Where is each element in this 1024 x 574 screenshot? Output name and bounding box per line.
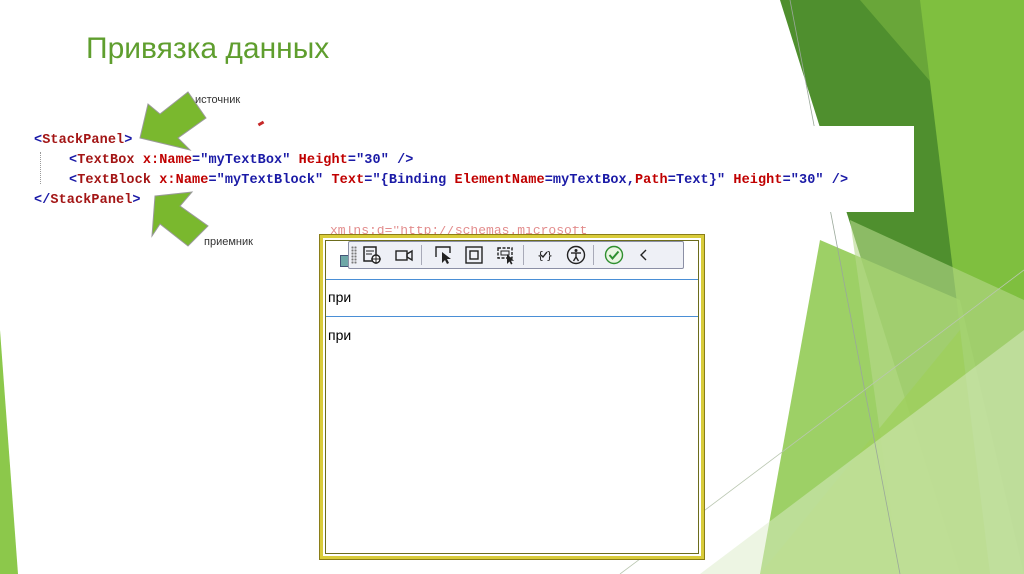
code-token: < [69, 173, 78, 188]
code-token: =Text}" [667, 173, 726, 188]
code-token: x:Name [151, 173, 209, 188]
decor-left-shape [0, 330, 18, 574]
my-textbox[interactable]: при [326, 279, 698, 317]
my-textblock: при [328, 327, 352, 343]
code-token: = [782, 173, 791, 188]
code-token: StackPanel [50, 193, 133, 208]
receiver-label: приемник [204, 236, 253, 248]
code-token: TextBlock [77, 173, 152, 188]
svg-text:{: { [537, 249, 544, 262]
live-visual-tree-icon[interactable] [361, 244, 383, 266]
code-token: "30" [356, 153, 389, 168]
code-token: TextBox [77, 153, 135, 168]
code-token: < [34, 133, 43, 148]
code-token: =myTextBox, [544, 173, 635, 188]
code-token: /> [823, 173, 849, 188]
code-token: </ [34, 193, 51, 208]
svg-text:}: } [546, 249, 553, 262]
video-camera-icon[interactable] [393, 244, 415, 266]
indent-guide [40, 152, 41, 184]
track-focus-icon[interactable] [495, 244, 517, 266]
code-token: Text [323, 173, 365, 188]
code-token: StackPanel [42, 133, 125, 148]
window-header: {} [326, 241, 698, 277]
code-line-stackpanel-open: <StackPanel> [34, 133, 132, 148]
code-token: Height [725, 173, 783, 188]
code-token: "{Binding [372, 173, 455, 188]
accessibility-icon[interactable] [565, 244, 587, 266]
binding-failures-icon[interactable]: {} [533, 244, 555, 266]
textbox-value: при [328, 289, 352, 305]
select-element-icon[interactable] [433, 244, 455, 266]
code-token: > [124, 133, 133, 148]
code-token: > [132, 193, 141, 208]
wpf-app-window: {} при при [319, 234, 705, 560]
code-token: "myTextBox" [200, 153, 291, 168]
check-circle-icon[interactable] [603, 244, 625, 266]
slide-title: Привязка данных [86, 32, 330, 65]
toolbar-separator [421, 245, 422, 265]
code-token: ElementName [454, 173, 545, 188]
code-line-textblock: <TextBlock x:Name="myTextBlock" Text="{B… [69, 173, 848, 188]
xaml-debug-toolbar[interactable]: {} [348, 241, 684, 269]
code-token: Path [634, 173, 668, 188]
code-token: "myTextBlock" [216, 173, 324, 188]
code-token: = [347, 153, 357, 168]
xaml-code-block: <StackPanel> <TextBox x:Name="myTextBox"… [26, 126, 914, 212]
code-token: < [69, 153, 78, 168]
code-token: x:Name [134, 153, 193, 168]
code-token: = [208, 173, 217, 188]
source-label: источник [195, 94, 241, 106]
code-line-stackpanel-close: </StackPanel> [34, 193, 141, 208]
code-line-textbox: <TextBox x:Name="myTextBox" Height="30" … [69, 153, 414, 168]
display-layout-adorners-icon[interactable] [463, 244, 485, 266]
code-token: "30" [790, 173, 824, 188]
code-token: /> [388, 153, 414, 168]
window-client-area: {} при при [325, 240, 699, 554]
toolbar-grip[interactable] [351, 246, 357, 264]
collapse-chevron-icon[interactable] [633, 244, 655, 266]
toolbar-separator [523, 245, 524, 265]
code-token: Height [290, 153, 348, 168]
toolbar-separator [593, 245, 594, 265]
